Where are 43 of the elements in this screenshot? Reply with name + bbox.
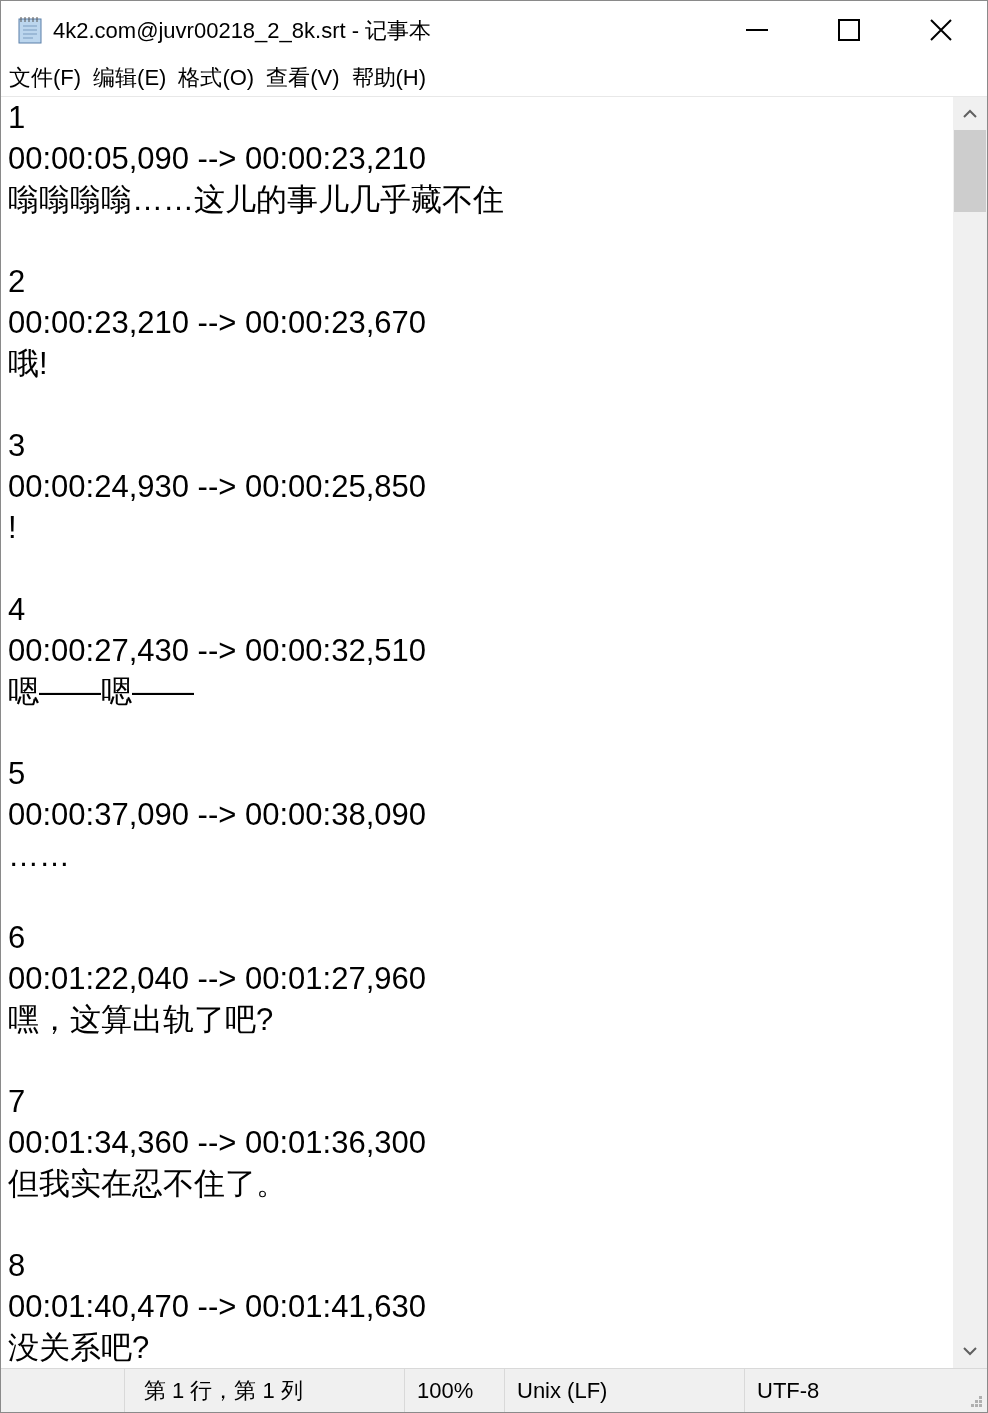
subtitle-index: 4: [8, 592, 26, 627]
subtitle-timing: 00:01:22,040 --> 00:01:27,960: [8, 961, 426, 996]
window-title: 4k2.com@juvr00218_2_8k.srt - 记事本: [53, 16, 432, 45]
subtitle-timing: 00:01:34,360 --> 00:01:36,300: [8, 1125, 426, 1160]
subtitle-index: 7: [8, 1084, 26, 1119]
subtitle-index: 5: [8, 756, 26, 791]
menu-item[interactable]: 格式(O): [173, 61, 260, 94]
subtitle-text: 嘿，这算出轨了吧?: [8, 1002, 274, 1037]
subtitle-timing: 00:00:37,090 --> 00:00:38,090: [8, 797, 426, 832]
subtitle-timing: 00:00:27,430 --> 00:00:32,510: [8, 633, 426, 668]
subtitle-timing: 00:00:05,090 --> 00:00:23,210: [8, 141, 426, 176]
close-icon: [930, 19, 952, 41]
subtitle-index: 6: [8, 920, 26, 955]
scroll-up-icon[interactable]: [963, 109, 977, 118]
menu-item[interactable]: 帮助(H): [346, 61, 432, 94]
menu-item[interactable]: 查看(V): [261, 61, 345, 94]
menu-item[interactable]: 编辑(E): [88, 61, 172, 94]
cursor-position: 第 1 行，第 1 列: [144, 1377, 303, 1405]
line-ending: Unix (LF): [517, 1377, 608, 1405]
subtitle-index: 3: [8, 428, 26, 463]
scroll-down-icon[interactable]: [963, 1347, 977, 1356]
subtitle-text: 嗯——嗯——: [8, 674, 194, 709]
minimize-icon: [746, 29, 768, 31]
subtitle-text: 没关系吧?: [8, 1330, 150, 1365]
notepad-icon: [15, 15, 45, 45]
resize-grip-icon[interactable]: [969, 1394, 983, 1408]
scrollbar[interactable]: [953, 97, 987, 1368]
menu-item[interactable]: 文件(F): [4, 61, 87, 94]
subtitle-index: 2: [8, 264, 26, 299]
encoding: UTF-8: [757, 1377, 820, 1405]
subtitle-text: !: [8, 510, 17, 545]
subtitle-text: 嗡嗡嗡嗡……这儿的事儿几乎藏不住: [8, 182, 504, 217]
subtitle-index: 8: [8, 1248, 26, 1283]
scrollbar-thumb[interactable]: [954, 130, 986, 212]
subtitle-timing: 00:00:24,930 --> 00:00:25,850: [8, 469, 426, 504]
subtitle-timing: 00:00:23,210 --> 00:00:23,670: [8, 305, 426, 340]
subtitle-index: 1: [8, 100, 26, 135]
subtitle-timing: 00:01:40,470 --> 00:01:41,630: [8, 1289, 426, 1324]
maximize-icon: [838, 19, 860, 41]
subtitle-text: 但我实在忍不住了。: [8, 1166, 287, 1201]
subtitle-text: ……: [8, 838, 70, 873]
zoom-level: 100%: [417, 1377, 474, 1405]
subtitle-text: 哦!: [8, 346, 48, 381]
